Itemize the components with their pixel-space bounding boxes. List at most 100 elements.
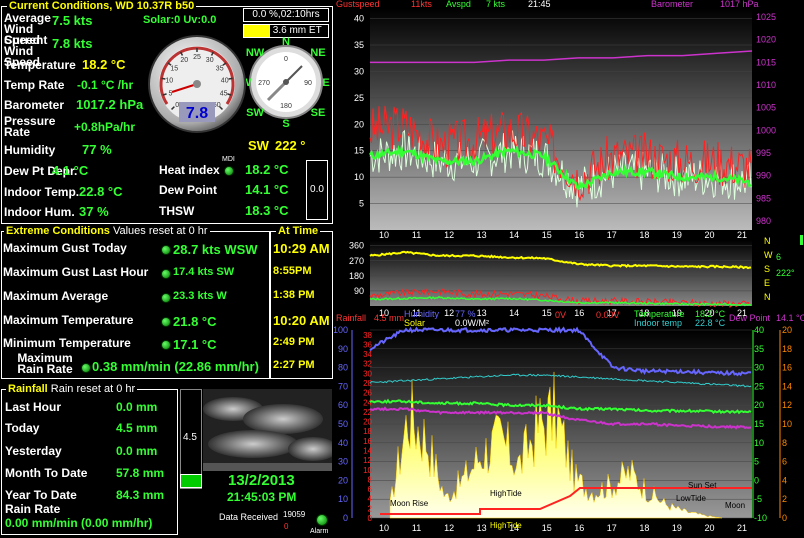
rain-value: 0.0 mm xyxy=(116,400,158,414)
mid-right-dir: N xyxy=(764,236,771,246)
indoor-hum-label: Indoor Hum. xyxy=(4,205,75,219)
dew-depr-value: 4.1 °C xyxy=(52,163,89,178)
top-graph-bg xyxy=(370,8,752,230)
alarm-led[interactable] xyxy=(316,514,328,526)
top-x-tick: 16 xyxy=(574,230,584,240)
top-header-baro: Barometer xyxy=(651,0,694,9)
top-x-tick: 10 xyxy=(379,230,389,240)
bot-header-rain-val: 4.5 mm xyxy=(374,313,405,323)
bot-right-tick-temp: -10 xyxy=(754,513,767,523)
top-right-tick: 1000 xyxy=(756,125,776,135)
bot-right-tick-rate: 12 xyxy=(782,400,792,410)
top-x-tick: 15 xyxy=(542,230,552,240)
indoor-hum-value: 37 % xyxy=(79,204,109,219)
rainfall-title-text: Rainfall xyxy=(8,383,48,395)
rain-label: Yesterday xyxy=(5,444,62,458)
extreme-led[interactable] xyxy=(161,293,171,303)
bot-x-tick: 20 xyxy=(704,523,714,533)
rain-value: 84.3 mm xyxy=(116,488,165,502)
compass-nw: NW xyxy=(246,47,265,59)
bot-mid-tick: 32 xyxy=(363,360,372,369)
rain-value: 0.0 mm xyxy=(116,444,158,458)
bot-left-tick: 10 xyxy=(338,494,348,504)
mid-x-tick: 12 xyxy=(444,308,454,318)
rain-gauge-value: 4.5 xyxy=(183,432,197,443)
top-header-avspd-val: 7 kts xyxy=(486,0,506,9)
at-time-title: At Time xyxy=(276,225,321,237)
top-left-tick: 25 xyxy=(354,93,364,103)
bot-right-tick-temp: 20 xyxy=(754,400,764,410)
bot-mid-tick: 10 xyxy=(363,466,372,475)
top-x-tick: 12 xyxy=(444,230,454,240)
dial-tick-label: 40 xyxy=(221,78,229,85)
indoor-temp-value: 22.8 °C xyxy=(79,184,123,199)
rain-pct-box: 0.0 %,02:10hrs xyxy=(243,8,329,22)
mid-left-tick: 270 xyxy=(349,256,364,266)
weather-image xyxy=(203,389,332,471)
bot-mid-tick: 0 xyxy=(368,514,373,523)
top-right-tick: 1015 xyxy=(756,57,776,67)
top-x-tick: 18 xyxy=(639,230,649,240)
rainfall-reset: Rain reset at 0 hr xyxy=(50,383,136,395)
top-x-tick: 21 xyxy=(737,230,747,240)
mid-x-tick: 13 xyxy=(477,308,487,318)
bot-right-tick-rate: 16 xyxy=(782,363,792,373)
extreme-led[interactable] xyxy=(161,269,171,279)
top-right-tick: 1020 xyxy=(756,35,776,45)
bot-mid-tick: 26 xyxy=(363,389,372,398)
bot-left-tick: 80 xyxy=(338,363,348,373)
bot-left-tick: 40 xyxy=(338,438,348,448)
bot-left-tick: 60 xyxy=(338,400,348,410)
bot-x-tick: 10 xyxy=(379,523,389,533)
bot-right-tick-rate: 4 xyxy=(782,475,787,485)
bot-annotation: Moon Rise xyxy=(390,499,429,508)
wind-speed-dial: 05101520 25 3035404550 7.8 xyxy=(148,35,246,133)
mid-x-tick: 14 xyxy=(509,308,519,318)
top-x-tick: 11 xyxy=(412,230,421,240)
bot-x-tick: 17 xyxy=(607,523,617,533)
dial-tick-label: 35 xyxy=(216,66,224,73)
bot-right-tick-temp: 5 xyxy=(754,457,759,467)
mid-left-tick: 180 xyxy=(349,271,364,281)
bot-header-solar: Solar xyxy=(404,318,426,328)
bot-mid-tick: 8 xyxy=(368,475,373,484)
bot-x-tick: 19 xyxy=(672,523,682,533)
top-right-tick: 990 xyxy=(756,171,771,181)
extreme-led[interactable] xyxy=(161,317,171,327)
bot-right-tick-temp: 35 xyxy=(754,344,764,354)
status-time: 21:45:03 PM xyxy=(227,490,297,504)
extreme-value: 17.4 kts SW xyxy=(173,266,235,278)
bot-right-tick-temp: 40 xyxy=(754,325,764,335)
extreme-value: 17.1 °C xyxy=(173,337,217,352)
compass-e: E xyxy=(322,77,329,89)
bot-mid-tick: 14 xyxy=(363,447,372,456)
thsw-label: THSW xyxy=(159,204,195,218)
extreme-led[interactable] xyxy=(81,363,91,373)
bot-right-tick-temp: 30 xyxy=(754,363,764,373)
solar-uv: Solar:0 Uv:0.0 xyxy=(143,14,217,26)
bot-left-tick: 20 xyxy=(338,475,348,485)
extreme-time: 10:20 AM xyxy=(273,313,330,328)
top-left-tick: 40 xyxy=(354,14,364,24)
top-right-tick: 1010 xyxy=(756,80,776,90)
mid-right-val-2: 222° xyxy=(776,268,795,278)
extreme-label: Maximum Average xyxy=(3,289,109,303)
bot-x-tick: 14 xyxy=(509,523,519,533)
bot-right-tick-temp: -5 xyxy=(754,494,762,504)
extreme-led[interactable] xyxy=(161,245,171,255)
bot-mid-tick: 24 xyxy=(363,398,372,407)
extreme-led[interactable] xyxy=(161,340,171,350)
cur-wind-value: 7.8 kts xyxy=(52,36,93,51)
compass-deg-270: 270 xyxy=(258,80,270,87)
bot-mid-tick: 38 xyxy=(363,331,372,340)
top-header-time: 21:45 xyxy=(528,0,551,9)
top-left-tick: 30 xyxy=(354,66,364,76)
status-date: 13/2/2013 xyxy=(228,472,295,489)
heat-index-led[interactable] xyxy=(224,166,234,176)
bot-left-tick: 50 xyxy=(338,419,348,429)
bot-x-tick: 16 xyxy=(574,523,584,533)
compass-sw: SW xyxy=(246,107,264,119)
bot-x-tick: 12 xyxy=(444,523,454,533)
top-header-gust-val: 11kts xyxy=(411,0,432,9)
bot-right-tick-temp: 0 xyxy=(754,475,759,485)
